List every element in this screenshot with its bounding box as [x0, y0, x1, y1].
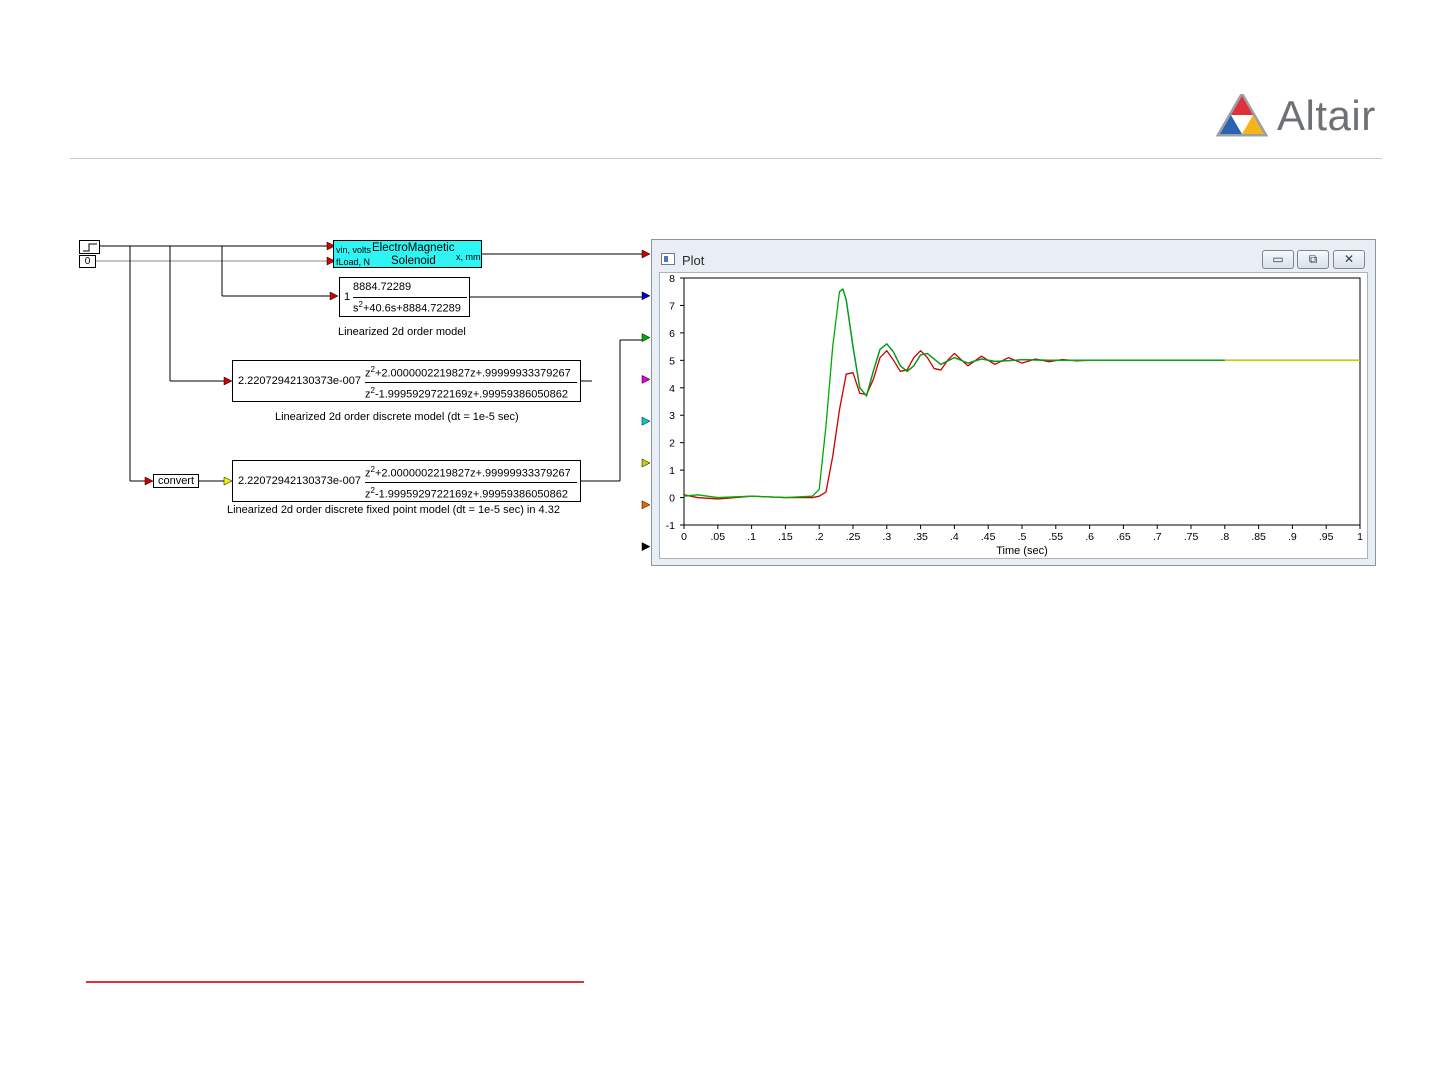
x-tick-label: .95 [1319, 531, 1334, 543]
tf-continuous-numerator: 8884.72289 [353, 281, 412, 293]
tf-discrete-block[interactable]: 2.22072942130373e-007 z2+2.0000002219827… [232, 360, 581, 402]
constant-source-block[interactable]: 0 [79, 255, 96, 268]
plot-input-port-4 [641, 374, 651, 384]
y-tick-label: 0 [669, 493, 675, 505]
tf-continuous-denominator: s2+40.6s+8884.72289 [353, 300, 461, 315]
x-tick-label: .9 [1288, 531, 1297, 543]
tf-fixed-caption: Linearized 2d order discrete fixed point… [227, 504, 560, 516]
constant-value: 0 [84, 256, 91, 267]
convert-input-arrow [144, 476, 154, 486]
x-tick-label: .35 [913, 531, 928, 543]
x-tick-label: .65 [1116, 531, 1131, 543]
tf-continuous-gain: 1 [344, 291, 351, 303]
tf-continuous-fraction-bar [353, 297, 467, 298]
step-source-block[interactable] [79, 240, 100, 254]
plot-window-title: Plot [682, 253, 705, 268]
altair-logo [1215, 91, 1269, 138]
tf-discrete-caption: Linearized 2d order discrete model (dt =… [275, 411, 519, 423]
x-tick-label: .85 [1251, 531, 1266, 543]
tf-continuous-block[interactable]: 1 8884.72289 s2+40.6s+8884.72289 [339, 277, 470, 317]
plot-input-port-2 [641, 291, 651, 301]
y-tick-label: 4 [669, 383, 675, 395]
altair-logo-text: Altair [1277, 92, 1376, 139]
convert-block[interactable]: convert [153, 474, 199, 488]
footer-accent-line [86, 981, 584, 983]
x-tick-label: .6 [1085, 531, 1094, 543]
tf-fixed-block[interactable]: 2.22072942130373e-007 z2+2.0000002219827… [232, 460, 581, 502]
x-tick-label: .1 [747, 531, 756, 543]
y-tick-label: -1 [666, 520, 675, 532]
plot-window-icon [661, 253, 675, 265]
y-tick-label: 3 [669, 410, 675, 422]
x-tick-label: 0 [681, 531, 687, 543]
x-tick-label: .4 [950, 531, 959, 543]
series-line-1 [683, 350, 1360, 500]
tf-fixed-fraction-bar [365, 482, 577, 483]
y-tick-label: 7 [669, 300, 675, 312]
y-tick-label: 6 [669, 328, 675, 340]
tf-fixed-input-arrow [223, 476, 233, 486]
x-tick-label: .5 [1018, 531, 1027, 543]
series-line-2 [839, 288, 1360, 397]
x-tick-label: .55 [1048, 531, 1063, 543]
series-line-3 [683, 288, 1360, 499]
tf-discrete-numerator: z2+2.0000002219827z+.99999933379267 [365, 365, 571, 380]
x-tick-label: .75 [1184, 531, 1199, 543]
solenoid-block[interactable]: vin, volts fLoad, N ElectroMagnetic Sole… [333, 240, 482, 268]
solenoid-subtitle: Solenoid [391, 255, 436, 267]
tf-fixed-denominator: z2-1.9995929722169z+.99959386050862 [365, 486, 568, 501]
y-tick-label: 1 [669, 465, 675, 477]
plot-input-port-3 [641, 333, 651, 343]
plot-area[interactable]: 0 .05 .1 .15 .2 .25 .3 .35 .4 .45 .5 .55 .6 .65 .7 .75.… [659, 272, 1368, 559]
solenoid-input2-label: fLoad, N [336, 257, 371, 267]
tf-discrete-gain: 2.22072942130373e-007 [238, 375, 361, 387]
tf-discrete-fraction-bar [365, 382, 577, 383]
solenoid-output-label: x, mm [456, 252, 481, 262]
tf-discrete-input-arrow [223, 376, 233, 386]
y-tick-label: 8 [669, 273, 675, 285]
close-button[interactable]: ✕ [1333, 250, 1365, 269]
x-tick-label: .3 [882, 531, 891, 543]
altair-logo-icon [1215, 91, 1269, 137]
solenoid-title: ElectroMagnetic [372, 242, 455, 254]
plot-input-port-5 [641, 416, 651, 426]
plot-window[interactable]: Plot ▭ ⧉ ✕ 0 .05 .1 .15 .2 .25 .3 .35 .4 .45 .5 .55… [651, 239, 1376, 566]
y-tick-label: 2 [669, 438, 675, 450]
y-tick-label: 5 [669, 355, 675, 367]
x-axis-label: Time (sec) [996, 545, 1048, 557]
plot-frame [683, 277, 1361, 526]
x-tick-label: 1 [1357, 531, 1363, 543]
x-tick-label: .45 [981, 531, 996, 543]
tf-continuous-caption: Linearized 2d order model [338, 326, 466, 338]
response-chart: 0 .05 .1 .15 .2 .25 .3 .35 .4 .45 .5 .55 .6 .65 .7 .75.… [666, 273, 1363, 557]
minimize-button[interactable]: ▭ [1262, 250, 1294, 269]
step-icon [83, 243, 97, 252]
tf-fixed-numerator: z2+2.0000002219827z+.99999933379267 [365, 465, 571, 480]
plot-input-port-7 [641, 500, 651, 510]
plot-input-port-1 [641, 249, 651, 259]
restore-button[interactable]: ⧉ [1297, 250, 1329, 269]
convert-label: convert [157, 475, 195, 487]
tf-continuous-input-arrow [329, 291, 339, 301]
x-tick-label: .2 [815, 531, 824, 543]
tf-discrete-denominator: z2-1.9995929722169z+.99959386050862 [365, 386, 568, 401]
plot-input-port-6 [641, 458, 651, 468]
solenoid-input1-label: vin, volts [336, 245, 372, 255]
x-tick-label: .15 [778, 531, 793, 543]
tf-fixed-gain: 2.22072942130373e-007 [238, 475, 361, 487]
plot-input-port-8 [641, 542, 651, 552]
x-tick-label: .05 [710, 531, 725, 543]
x-tick-label: .25 [846, 531, 861, 543]
x-tick-label: .7 [1153, 531, 1162, 543]
x-tick-label: .8 [1220, 531, 1229, 543]
